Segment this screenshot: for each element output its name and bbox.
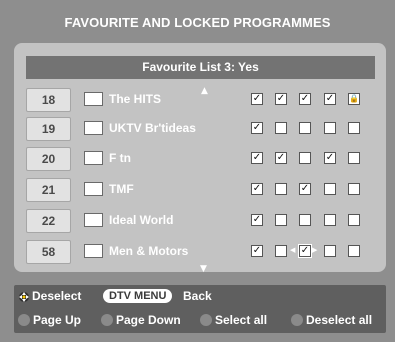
favourite-checkbox[interactable] bbox=[348, 122, 360, 134]
favourite-checkbox-checked[interactable]: ✓ bbox=[299, 183, 311, 195]
deselect-hint: Deselect bbox=[32, 289, 82, 303]
channel-number: 19 bbox=[26, 117, 71, 141]
favourite-checkbox-checked[interactable]: ✓ bbox=[324, 93, 336, 105]
favourite-checkbox-checked[interactable]: ✓ bbox=[299, 93, 311, 105]
red-button-icon[interactable] bbox=[18, 314, 30, 326]
programme-name: F tn bbox=[109, 151, 131, 165]
programme-name: The HITS bbox=[109, 92, 162, 106]
back-hint: Back bbox=[183, 289, 212, 303]
green-button-icon[interactable] bbox=[101, 314, 113, 326]
focus-left-arrow-icon: ◀ bbox=[290, 246, 296, 254]
favourite-checkbox-checked[interactable]: ✓ bbox=[324, 152, 336, 164]
channel-number: 20 bbox=[26, 147, 71, 171]
channel-number: 21 bbox=[26, 178, 71, 202]
page-up-label[interactable]: Page Up bbox=[33, 313, 81, 327]
focus-right-arrow-icon: ▶ bbox=[312, 246, 318, 254]
favourite-checkbox-checked[interactable]: ✓ bbox=[251, 122, 263, 134]
channel-number: 22 bbox=[26, 209, 71, 233]
favourite-checkbox[interactable] bbox=[348, 245, 360, 257]
favourite-checkbox[interactable] bbox=[348, 214, 360, 226]
programme-row[interactable]: 22 Ideal World ✓ bbox=[26, 209, 375, 233]
favourite-checkbox[interactable] bbox=[324, 214, 336, 226]
channel-number: 18 bbox=[26, 88, 71, 112]
favourite-checkbox[interactable] bbox=[299, 152, 311, 164]
favourite-checkbox[interactable] bbox=[299, 214, 311, 226]
row-select-box[interactable] bbox=[84, 244, 103, 258]
favourite-checkbox[interactable] bbox=[324, 245, 336, 257]
favourite-checkbox[interactable] bbox=[275, 245, 287, 257]
favourite-checkbox-checked[interactable]: ✓ bbox=[251, 93, 263, 105]
row-select-box[interactable] bbox=[84, 121, 103, 135]
programme-row[interactable]: 18 The HITS ✓ ✓ ✓ ✓ 🔒 bbox=[26, 88, 375, 112]
favourite-checkbox-checked[interactable]: ✓ bbox=[251, 214, 263, 226]
favourite-checkbox[interactable] bbox=[348, 183, 360, 195]
programme-row[interactable]: 21 TMF ✓ ✓ bbox=[26, 178, 375, 202]
deselect-all-label[interactable]: Deselect all bbox=[306, 313, 372, 327]
favourite-checkbox-checked[interactable]: ✓ bbox=[251, 152, 263, 164]
row-select-box[interactable] bbox=[84, 151, 103, 165]
dtv-menu-button[interactable]: DTV MENU bbox=[103, 289, 173, 303]
scroll-down-icon[interactable]: ▼ bbox=[200, 264, 207, 274]
programme-name: TMF bbox=[109, 182, 134, 196]
favourite-checkbox-checked[interactable]: ✓ bbox=[251, 183, 263, 195]
programme-name: UKTV Br'tideas bbox=[109, 121, 196, 135]
favourite-checkbox[interactable] bbox=[275, 214, 287, 226]
programme-name: Men & Motors bbox=[109, 244, 189, 258]
favourite-checkbox[interactable] bbox=[348, 152, 360, 164]
menu-title: FAVOURITE AND LOCKED PROGRAMMES bbox=[64, 15, 331, 30]
row-select-box[interactable] bbox=[84, 213, 103, 227]
help-footer: Deselect DTV MENU Back Page Up Page Down… bbox=[14, 285, 386, 333]
programme-name: Ideal World bbox=[109, 213, 174, 227]
favourite-checkbox-checked[interactable]: ✓ bbox=[299, 245, 311, 257]
favourite-list-header[interactable]: Favourite List 3: Yes bbox=[26, 56, 375, 79]
row-select-box[interactable] bbox=[84, 182, 103, 196]
row-select-box[interactable] bbox=[84, 92, 103, 106]
favourite-checkbox[interactable] bbox=[275, 122, 287, 134]
channel-number: 58 bbox=[26, 240, 71, 264]
lock-icon[interactable]: 🔒 bbox=[348, 93, 360, 105]
tv-menu-screen: FAVOURITE AND LOCKED PROGRAMMES Favourit… bbox=[0, 0, 395, 342]
favourite-checkbox[interactable] bbox=[299, 122, 311, 134]
favourite-checkbox[interactable] bbox=[275, 183, 287, 195]
favourite-checkbox[interactable] bbox=[324, 122, 336, 134]
page-down-label[interactable]: Page Down bbox=[116, 313, 181, 327]
yellow-button-icon[interactable] bbox=[200, 314, 212, 326]
favourite-checkbox-checked[interactable]: ✓ bbox=[275, 152, 287, 164]
programme-row[interactable]: 58 Men & Motors ✓ ◀ ▶ ✓ bbox=[26, 240, 375, 264]
programme-row[interactable]: 19 UKTV Br'tideas ✓ bbox=[26, 117, 375, 141]
select-all-label[interactable]: Select all bbox=[215, 313, 267, 327]
navigation-dpad-icon bbox=[18, 290, 30, 302]
favourite-checkbox-checked[interactable]: ✓ bbox=[275, 93, 287, 105]
programme-row[interactable]: 20 F tn ✓ ✓ ✓ bbox=[26, 147, 375, 171]
favourite-checkbox[interactable] bbox=[324, 183, 336, 195]
blue-button-icon[interactable] bbox=[291, 314, 303, 326]
favourite-checkbox-checked[interactable]: ✓ bbox=[251, 245, 263, 257]
